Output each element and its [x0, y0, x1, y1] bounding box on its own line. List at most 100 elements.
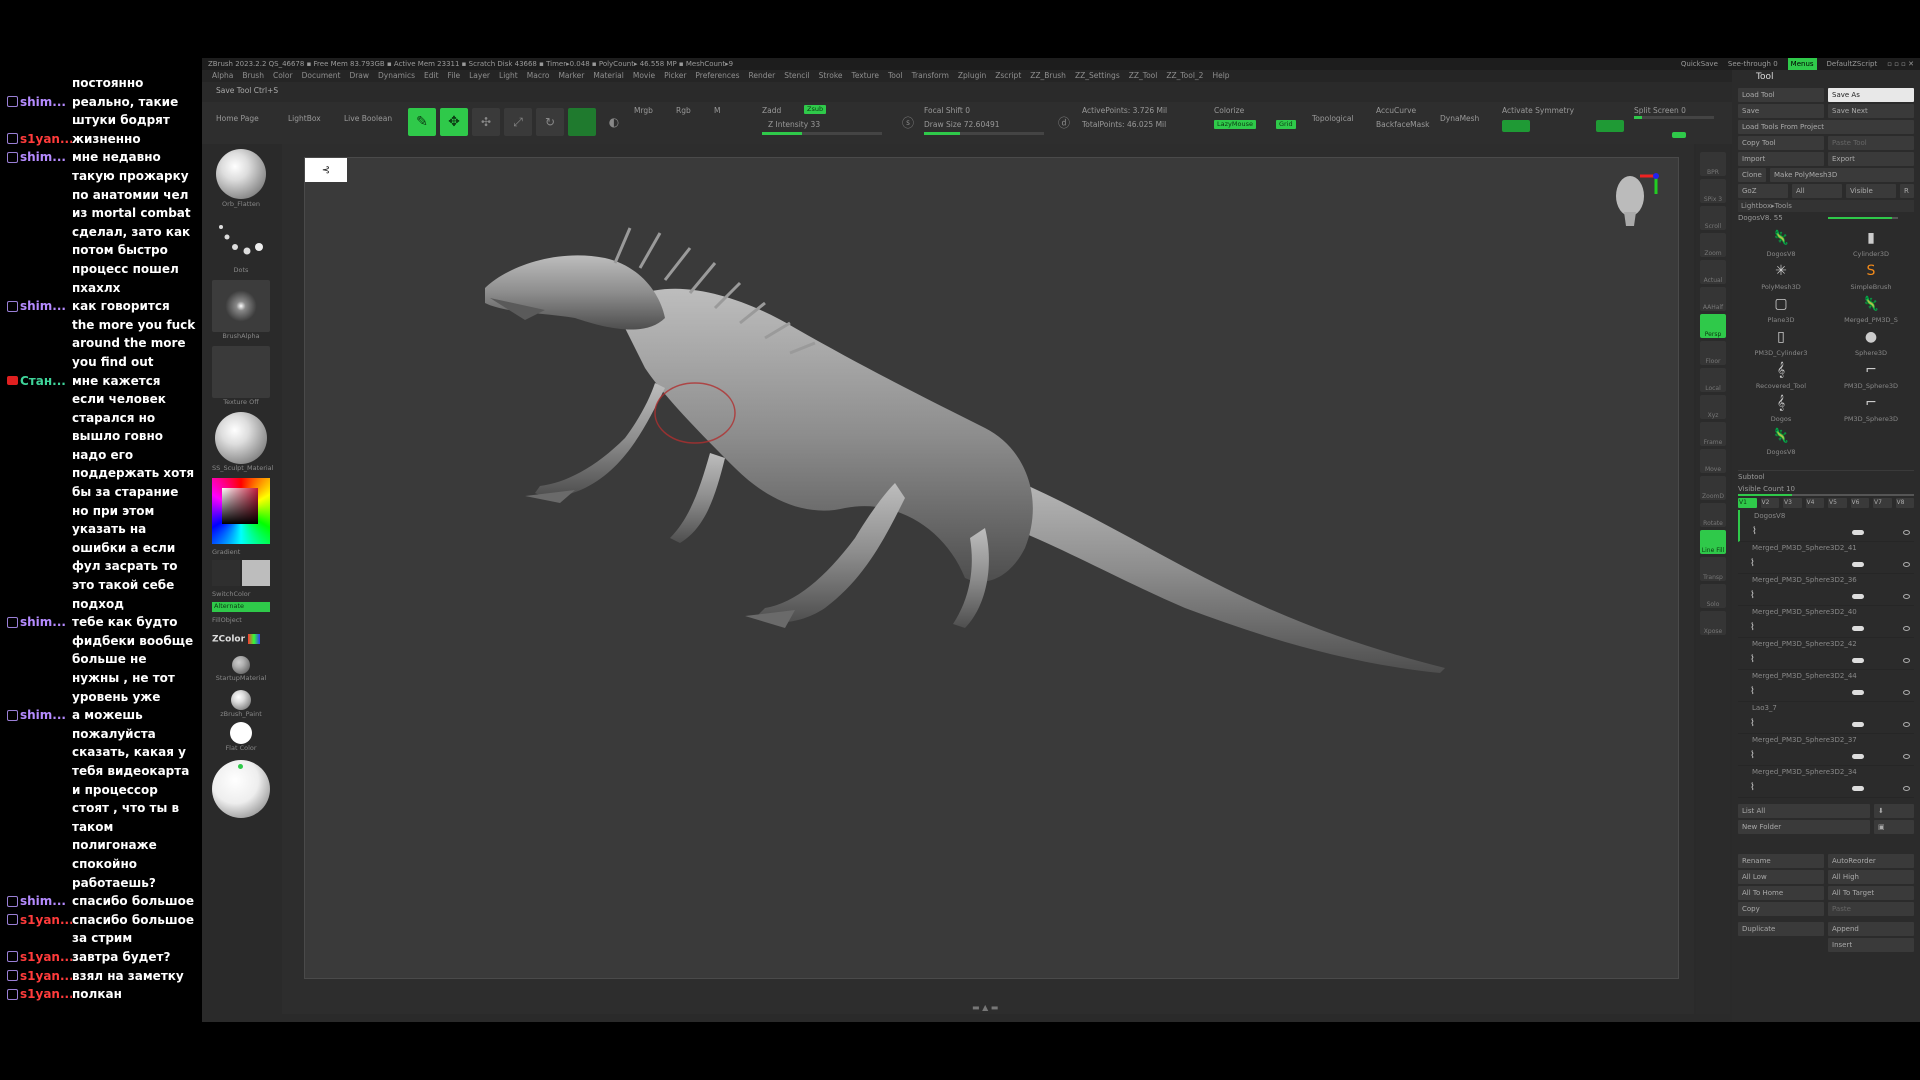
tool-thumbnail[interactable]: 🦎 Merged_PM3D_S [1828, 294, 1914, 324]
shelf-xpose-button[interactable]: Xpose [1700, 611, 1726, 635]
version-tab-v8[interactable]: V8 [1895, 498, 1914, 508]
shelf-spix-3-button[interactable]: SPix 3 [1700, 179, 1726, 203]
subtool-toggle[interactable] [1852, 754, 1864, 759]
texture-slot[interactable]: Texture Off [212, 346, 270, 406]
version-tab-v5[interactable]: V5 [1828, 498, 1847, 508]
tool-thumbnail[interactable]: ⌐ PM3D_Sphere3D [1828, 360, 1914, 390]
all-to-home-button[interactable]: All To Home [1738, 886, 1824, 900]
draw-button[interactable]: ✥ [440, 108, 468, 136]
tool-thumbnail[interactable]: ● Sphere3D [1828, 327, 1914, 357]
topological-button[interactable]: Topological [1312, 114, 1354, 123]
subtool-item[interactable]: DogosV8 ⌇ [1738, 510, 1914, 542]
new-folder-button[interactable]: New Folder [1738, 820, 1870, 834]
shelf-zoom-button[interactable]: Zoom [1700, 233, 1726, 257]
seethrough-slider[interactable]: See-through 0 [1728, 58, 1778, 70]
shelf-zoomd-button[interactable]: ZoomD [1700, 476, 1726, 500]
shelf-line-fill-button[interactable]: Line Fill [1700, 530, 1726, 554]
menu-macro[interactable]: Macro [527, 70, 550, 82]
copy-button[interactable]: Copy [1738, 902, 1824, 916]
document-thumbnail[interactable]: ⊰ [305, 158, 347, 182]
save-as-button[interactable]: Save As [1828, 88, 1914, 102]
subtool-item[interactable]: Merged_PM3D_Sphere3D2_41 ⌇ [1738, 542, 1914, 574]
symmetry-z-toggle[interactable] [1596, 120, 1624, 132]
version-tab-v7[interactable]: V7 [1873, 498, 1892, 508]
colorize-button[interactable]: Colorize [1214, 106, 1244, 115]
subtool-item[interactable]: Merged_PM3D_Sphere3D2_40 ⌇ [1738, 606, 1914, 638]
menus-toggle[interactable]: Menus [1787, 58, 1817, 70]
color-square[interactable] [222, 488, 258, 524]
menu-stroke[interactable]: Stroke [819, 70, 843, 82]
activate-symmetry-button[interactable]: Activate Symmetry [1502, 106, 1574, 115]
zsub-button[interactable]: Zsub [804, 105, 827, 114]
menu-texture[interactable]: Texture [852, 70, 879, 82]
rename-button[interactable]: Rename [1738, 854, 1824, 868]
tool-thumbnail[interactable]: ▮ Cylinder3D [1828, 228, 1914, 258]
load-tools-from-project-button[interactable]: Load Tools From Project [1738, 120, 1914, 134]
tool-thumbnail[interactable]: 𝄞 Dogos [1738, 393, 1824, 423]
eye-icon[interactable] [1903, 786, 1910, 791]
subtool-item[interactable]: Merged_PM3D_Sphere3D2_44 ⌇ [1738, 670, 1914, 702]
rotate-button[interactable]: ↻ [536, 108, 564, 136]
subtool-toggle[interactable] [1852, 530, 1864, 535]
version-tab-v1[interactable]: V1 [1738, 498, 1757, 508]
tool-thumbnail[interactable]: 🦎 DogosV8 [1738, 228, 1824, 258]
version-tab-v4[interactable]: V4 [1805, 498, 1824, 508]
menu-render[interactable]: Render [749, 70, 776, 82]
menu-movie[interactable]: Movie [633, 70, 655, 82]
backface-mask-button[interactable]: BackfaceMask [1376, 120, 1430, 129]
subtool-item[interactable]: Merged_PM3D_Sphere3D2_42 ⌇ [1738, 638, 1914, 670]
all-to-target-button[interactable]: All To Target [1828, 886, 1914, 900]
flat-color-slot[interactable]: Flat Color [212, 722, 270, 752]
subtool-item[interactable]: Merged_PM3D_Sphere3D2_36 ⌇ [1738, 574, 1914, 606]
eye-icon[interactable] [1903, 690, 1910, 695]
live-boolean-button[interactable]: Live Boolean [344, 114, 392, 123]
current-tool-slider[interactable]: DogosV8. 55 [1738, 212, 1914, 224]
make-polymesh-button[interactable]: Make PolyMesh3D [1770, 168, 1914, 182]
paste-button[interactable]: Paste [1828, 902, 1914, 916]
zpaint-slot[interactable]: zBrush_Paint [212, 690, 270, 718]
stroke-slot[interactable]: Dots [212, 214, 270, 274]
z-intensity-slider[interactable]: Z Intensity 33 [768, 120, 820, 129]
menu-zz-tool-2[interactable]: ZZ_Tool_2 [1166, 70, 1203, 82]
grid-button[interactable]: Grid [1276, 120, 1296, 129]
material-sphere-icon[interactable]: ◐ [600, 108, 628, 136]
tool-thumbnail[interactable]: ⌐ PM3D_Sphere3D [1828, 393, 1914, 423]
all-high-button[interactable]: All High [1828, 870, 1914, 884]
alpha-slot[interactable]: BrushAlpha [212, 280, 270, 340]
shelf-persp-button[interactable]: Persp [1700, 314, 1726, 338]
shelf-floor-button[interactable]: Floor [1700, 341, 1726, 365]
menu-zz-brush[interactable]: ZZ_Brush [1030, 70, 1066, 82]
goz-button[interactable]: GoZ [1738, 184, 1788, 198]
symmetry-x-toggle[interactable] [1502, 120, 1530, 132]
menu-light[interactable]: Light [499, 70, 518, 82]
version-tab-v2[interactable]: V2 [1760, 498, 1779, 508]
creature-model[interactable] [465, 198, 1465, 758]
draw-size-track[interactable] [924, 132, 1044, 135]
tool-thumbnail[interactable]: 🦎 DogosV8 [1738, 426, 1824, 456]
menu-material[interactable]: Material [593, 70, 623, 82]
scale-button[interactable]: ⤢ [504, 108, 532, 136]
split-screen-slider[interactable]: Split Screen 0 [1634, 106, 1686, 115]
paste-tool-button[interactable]: Paste Tool [1828, 136, 1914, 150]
color-picker[interactable] [212, 478, 270, 544]
tool-thumbnail[interactable]: ✳ PolyMesh3D [1738, 261, 1824, 291]
m-button[interactable]: M [714, 106, 720, 115]
alternate-button[interactable]: Alternate [212, 602, 270, 612]
menu-document[interactable]: Document [302, 70, 341, 82]
load-tool-button[interactable]: Load Tool [1738, 88, 1824, 102]
shelf-rotate-button[interactable]: Rotate [1700, 503, 1726, 527]
menu-file[interactable]: File [448, 70, 461, 82]
duplicate-button[interactable]: Duplicate [1738, 922, 1824, 936]
shelf-solo-button[interactable]: Solo [1700, 584, 1726, 608]
subtool-toggle[interactable] [1852, 594, 1864, 599]
import-button[interactable]: Import [1738, 152, 1824, 166]
default-zscript[interactable]: DefaultZScript [1827, 58, 1878, 70]
goz-visible-button[interactable]: Visible [1846, 184, 1896, 198]
secondary-swatch[interactable] [212, 560, 240, 586]
shelf-move-button[interactable]: Move [1700, 449, 1726, 473]
bottom-tray-handle[interactable]: ▬ ▲ ▬ [972, 1003, 998, 1012]
edit-button[interactable]: ✎ [408, 108, 436, 136]
subtool-header[interactable]: Subtool [1738, 470, 1914, 483]
shelf-bpr-button[interactable]: BPR [1700, 152, 1726, 176]
eye-icon[interactable] [1903, 594, 1910, 599]
